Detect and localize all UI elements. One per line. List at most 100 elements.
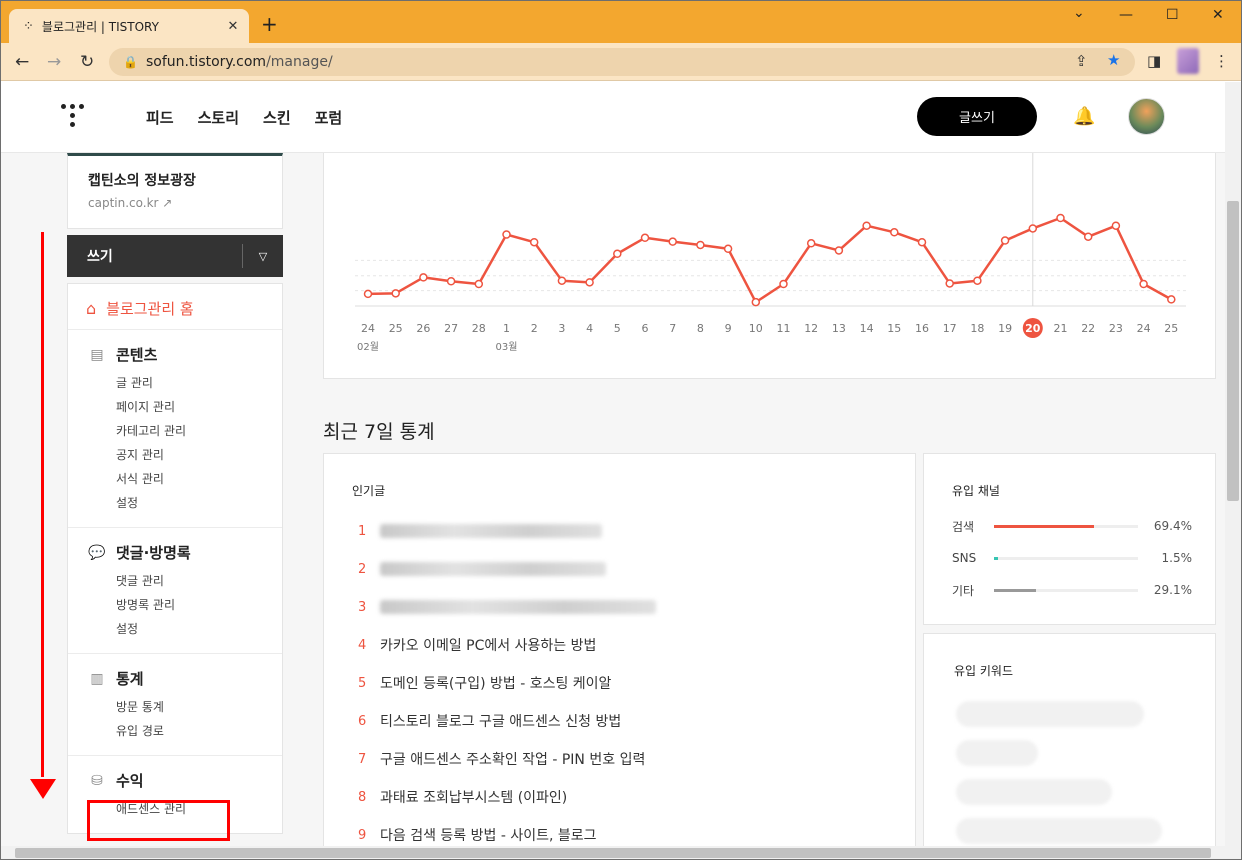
comment-icon: 💬 xyxy=(88,544,106,561)
forward-icon[interactable]: → xyxy=(47,52,61,72)
new-tab-button[interactable]: + xyxy=(261,14,278,34)
data-point xyxy=(945,279,954,288)
x-tick-label: 1 xyxy=(503,322,510,335)
sidebar-item-guestbook[interactable]: 방명록 관리 xyxy=(88,593,262,617)
month-label: 03월 xyxy=(496,341,518,353)
popular-title[interactable]: 구글 애드센스 주소확인 작업 - PIN 번호 입력 xyxy=(380,749,645,769)
popular-item[interactable]: 5 도메인 등록(구입) 방법 - 호스팅 케이알 xyxy=(358,664,898,702)
nav-skin[interactable]: 스킨 xyxy=(263,107,291,128)
nav-story[interactable]: 스토리 xyxy=(198,107,239,128)
title-bar: ⁘ 블로그관리 | TISTORY ✕ + ⌄ — ☐ ✕ xyxy=(1,1,1241,43)
sidebar-item-categories[interactable]: 카테고리 관리 xyxy=(88,419,262,443)
sidebar-item-comments[interactable]: 댓글 관리 xyxy=(88,569,262,593)
share-icon[interactable]: ⇪ xyxy=(1075,52,1088,70)
tab-search-icon[interactable]: ⌄ xyxy=(1073,5,1085,21)
home-icon: ⌂ xyxy=(86,299,97,318)
popular-item[interactable]: 8 과태료 조회납부시스템 (이파인) xyxy=(358,778,898,816)
browser-profile-avatar[interactable] xyxy=(1177,48,1199,74)
channel-bar-track xyxy=(994,556,1138,560)
x-tick-label: 13 xyxy=(832,322,846,335)
channel-title: 유입 채널 xyxy=(952,484,1000,498)
popular-item[interactable]: 3 xyxy=(358,588,898,626)
write-button[interactable]: 쓰기 xyxy=(67,246,242,266)
data-point xyxy=(862,221,871,230)
chevron-down-icon[interactable]: ▽ xyxy=(243,250,283,263)
popular-item[interactable]: 9 다음 검색 등록 방법 - 사이트, 블로그 xyxy=(358,816,898,846)
keyword-pill[interactable] xyxy=(956,818,1162,844)
url-field[interactable]: 🔒 sofun.tistory.com/manage/ xyxy=(109,48,1135,76)
data-point xyxy=(557,276,567,285)
sidebar-item-content-settings[interactable]: 설정 xyxy=(88,491,262,515)
tab-close-icon[interactable]: ✕ xyxy=(223,19,243,34)
keyword-pill[interactable] xyxy=(956,740,1038,766)
data-point xyxy=(973,276,982,285)
section-title[interactable]: 콘텐츠 xyxy=(116,344,157,365)
browser-menu-icon[interactable]: ⋮ xyxy=(1214,52,1229,70)
x-tick-label: 7 xyxy=(669,322,676,335)
sidebar-item-visit-stats[interactable]: 방문 통계 xyxy=(88,695,262,719)
close-window-button[interactable]: ✕ xyxy=(1212,7,1224,23)
browser-tab[interactable]: ⁘ 블로그관리 | TISTORY ✕ xyxy=(9,9,249,43)
side-panel-icon[interactable]: ◨ xyxy=(1147,52,1161,70)
notification-bell-icon[interactable]: 🔔 xyxy=(1073,106,1095,127)
sidebar-item-notices[interactable]: 공지 관리 xyxy=(88,443,262,467)
blurred-title[interactable] xyxy=(380,562,606,576)
popular-title[interactable]: 도메인 등록(구입) 방법 - 호스팅 케이알 xyxy=(380,673,611,693)
data-point xyxy=(696,240,705,250)
blog-url: captin.co.kr xyxy=(88,196,159,210)
blurred-title[interactable] xyxy=(380,600,656,614)
traffic-channel-card: 유입 채널 검색 69.4% SNS 1.5% 기타 29.1% xyxy=(923,453,1216,625)
write-dropdown[interactable]: 쓰기 ▽ xyxy=(67,235,283,277)
x-tick-label: 27 xyxy=(444,322,458,335)
channel-name: 기타 xyxy=(952,583,975,598)
recent-stats-title: 최근 7일 통계 xyxy=(323,421,435,443)
horizontal-scroll-thumb[interactable] xyxy=(15,848,1211,858)
data-point xyxy=(1167,295,1176,304)
external-link-icon: ↗ xyxy=(162,196,173,210)
channel-percent: 29.1% xyxy=(1153,583,1192,597)
data-point xyxy=(1000,236,1010,245)
minimize-button[interactable]: — xyxy=(1119,7,1133,23)
sidebar-item-pages[interactable]: 페이지 관리 xyxy=(88,395,262,419)
popular-item[interactable]: 7 구글 애드센스 주소확인 작업 - PIN 번호 입력 xyxy=(358,740,898,778)
section-title[interactable]: 댓글·방명록 xyxy=(116,542,191,563)
reload-icon[interactable]: ↻ xyxy=(80,52,94,72)
maximize-button[interactable]: ☐ xyxy=(1166,7,1179,23)
address-bar-row: ← → ↻ 🔒 sofun.tistory.com/manage/ ⇪ ★ ◨ … xyxy=(1,43,1241,81)
popular-title[interactable]: 티스토리 블로그 구글 애드센스 신청 방법 xyxy=(380,711,621,731)
bookmark-star-icon[interactable]: ★ xyxy=(1107,51,1120,69)
popular-item[interactable]: 6 티스토리 블로그 구글 애드센스 신청 방법 xyxy=(358,702,898,740)
sidebar-item-posts[interactable]: 글 관리 xyxy=(88,371,262,395)
section-title[interactable]: 통계 xyxy=(116,668,144,689)
lock-icon: 🔒 xyxy=(123,55,138,69)
blog-url-row[interactable]: captin.co.kr ↗ xyxy=(88,196,262,210)
sidebar-item-referrers[interactable]: 유입 경로 xyxy=(88,719,262,743)
popular-item[interactable]: 2 xyxy=(358,550,898,588)
popular-title[interactable]: 카카오 이메일 PC에서 사용하는 방법 xyxy=(380,635,596,655)
back-icon[interactable]: ← xyxy=(15,52,29,72)
sidebar-home[interactable]: ⌂ 블로그관리 홈 xyxy=(68,284,282,330)
sidebar-item-templates[interactable]: 서식 관리 xyxy=(88,467,262,491)
nav-feed[interactable]: 피드 xyxy=(146,107,174,128)
vertical-scroll-thumb[interactable] xyxy=(1227,201,1239,501)
user-avatar[interactable] xyxy=(1128,98,1165,135)
sidebar-item-comment-settings[interactable]: 설정 xyxy=(88,617,262,641)
tistory-logo-icon[interactable] xyxy=(61,102,89,130)
keyword-pill[interactable] xyxy=(956,779,1112,805)
popular-rank: 4 xyxy=(358,637,367,653)
x-tick-label: 18 xyxy=(970,322,984,335)
tab-title: 블로그관리 | TISTORY xyxy=(41,19,159,34)
popular-item[interactable]: 1 xyxy=(358,512,898,550)
popular-title[interactable]: 다음 검색 등록 방법 - 사이트, 블로그 xyxy=(380,825,597,845)
blurred-title[interactable] xyxy=(380,524,602,538)
manage-menu: ⌂ 블로그관리 홈 ▤ 콘텐츠 글 관리 페이지 관리 카테고리 관리 공지 관리 … xyxy=(67,283,283,834)
keyword-pill[interactable] xyxy=(956,701,1144,727)
blog-name[interactable]: 캡틴소의 정보광장 xyxy=(88,170,262,190)
x-tick-label: 26 xyxy=(416,322,430,335)
nav-forum[interactable]: 포럼 xyxy=(315,107,343,128)
url-host: sofun.tistory.com xyxy=(145,54,267,70)
popular-item[interactable]: 4 카카오 이메일 PC에서 사용하는 방법 xyxy=(358,626,898,664)
popular-title[interactable]: 과태료 조회납부시스템 (이파인) xyxy=(380,787,567,807)
section-title[interactable]: 수익 xyxy=(116,770,144,791)
write-post-button[interactable]: 글쓰기 xyxy=(917,97,1037,136)
